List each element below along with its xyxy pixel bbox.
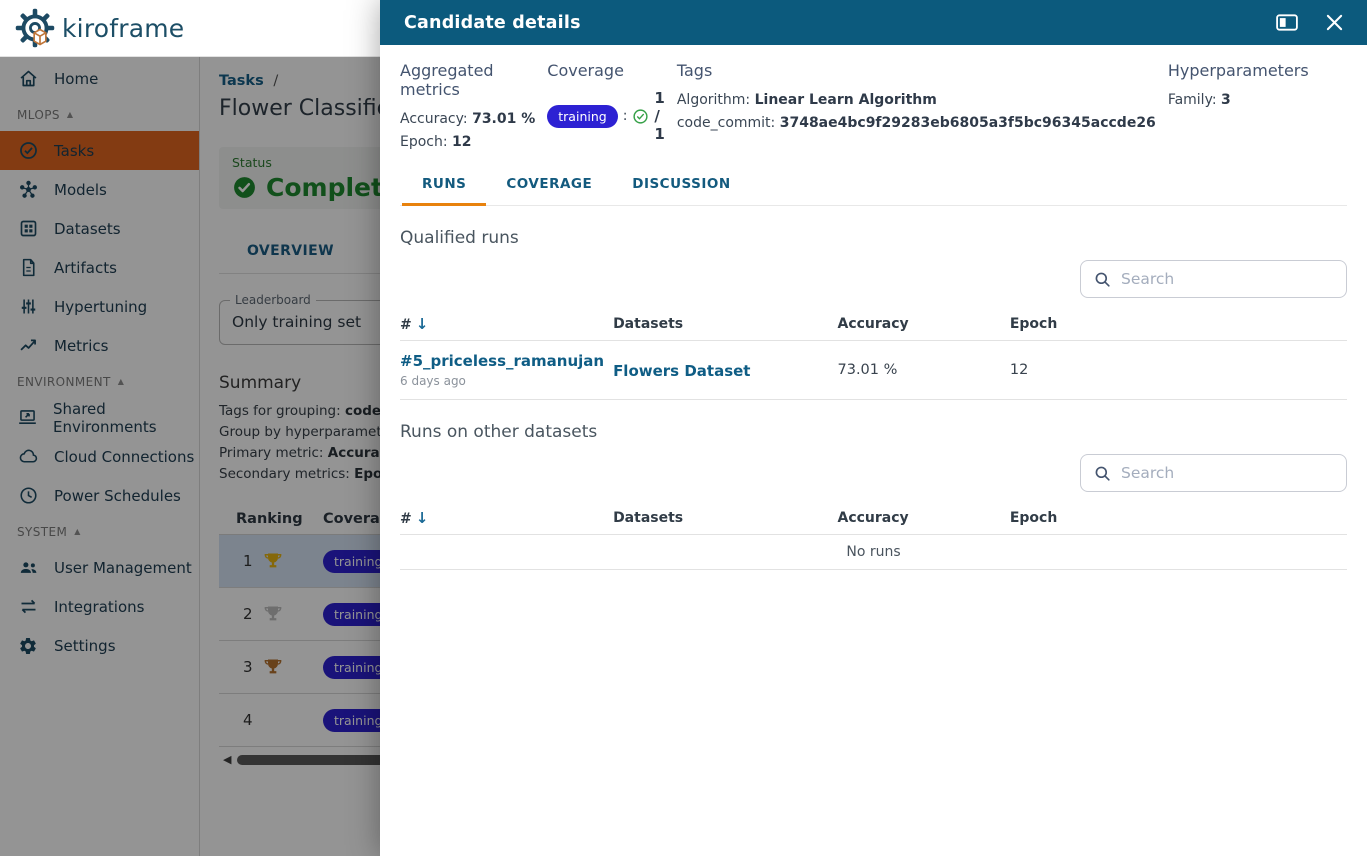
other-runs-table: # ↓ Datasets Accuracy Epoch No runs — [400, 502, 1347, 570]
run-accuracy: 73.01 % — [837, 362, 898, 378]
search-input[interactable] — [1121, 270, 1334, 288]
modal-backdrop[interactable] — [0, 57, 380, 856]
tab-runs[interactable]: RUNS — [402, 172, 487, 206]
kiroframe-logo-icon — [14, 7, 56, 49]
qualified-runs-table: # ↓ Datasets Accuracy Epoch #5_priceless_… — [400, 308, 1347, 400]
search-icon — [1093, 464, 1112, 483]
sort-desc-icon[interactable]: ↓ — [416, 315, 429, 333]
search-icon — [1093, 270, 1112, 289]
search-input[interactable] — [1121, 464, 1334, 482]
run-name-link[interactable]: #5_priceless_ramanujan — [400, 352, 613, 370]
table-row: #5_priceless_ramanujan 6 days ago Flower… — [400, 341, 1347, 400]
app-logo[interactable]: kiroframe — [14, 7, 184, 49]
modal-header: Candidate details — [380, 0, 1367, 45]
candidate-info-row: Aggregated metrics Accuracy: 73.01 % Epo… — [400, 61, 1347, 154]
column-epoch: Epoch — [1009, 510, 1058, 526]
app-window: kiroframe Home MLOPS ▲ Tasks Models Data… — [0, 0, 1367, 856]
run-epoch: 12 — [1009, 362, 1029, 378]
sort-desc-icon[interactable]: ↓ — [416, 509, 429, 527]
column-accuracy: Accuracy — [837, 316, 909, 332]
coverage-section: Coverage training : 1 / 1 — [547, 61, 665, 143]
hyperparameters-section: Hyperparameters Family: 3 — [1167, 61, 1309, 108]
close-icon[interactable] — [1326, 14, 1343, 31]
qualified-runs-search[interactable] — [1080, 260, 1347, 298]
qualified-runs-heading: Qualified runs — [400, 228, 519, 248]
other-runs-search[interactable] — [1080, 454, 1347, 492]
column-datasets: Datasets — [613, 316, 684, 332]
coverage-badge: training — [547, 104, 618, 128]
brand-name: kiroframe — [62, 13, 185, 43]
tab-coverage[interactable]: COVERAGE — [486, 172, 612, 205]
table-header: # ↓ Datasets Accuracy Epoch — [400, 308, 1347, 341]
tab-discussion[interactable]: DISCUSSION — [612, 172, 750, 205]
other-runs-heading: Runs on other datasets — [400, 422, 598, 442]
column-epoch: Epoch — [1009, 316, 1058, 332]
column-number[interactable]: # ↓ — [400, 509, 613, 527]
table-header: # ↓ Datasets Accuracy Epoch — [400, 502, 1347, 535]
dataset-link[interactable]: Flowers Dataset — [613, 362, 750, 380]
check-circle-icon — [632, 108, 649, 125]
coverage-ratio: 1 / 1 — [654, 89, 665, 143]
side-panel-icon[interactable] — [1276, 14, 1298, 31]
tags-section: Tags Algorithm: Linear Learn Algorithm c… — [676, 61, 1156, 131]
modal-tabs: RUNS COVERAGE DISCUSSION — [400, 172, 1347, 206]
aggregated-metrics-section: Aggregated metrics Accuracy: 73.01 % Epo… — [400, 61, 536, 150]
column-datasets: Datasets — [613, 510, 684, 526]
modal-title: Candidate details — [404, 12, 581, 33]
column-accuracy: Accuracy — [837, 510, 909, 526]
column-number[interactable]: # ↓ — [400, 315, 613, 333]
empty-state: No runs — [400, 535, 1347, 570]
modal-body: Aggregated metrics Accuracy: 73.01 % Epo… — [380, 45, 1367, 570]
run-timestamp: 6 days ago — [400, 374, 466, 388]
candidate-details-modal: Candidate details Aggregated metrics Acc… — [380, 0, 1367, 856]
